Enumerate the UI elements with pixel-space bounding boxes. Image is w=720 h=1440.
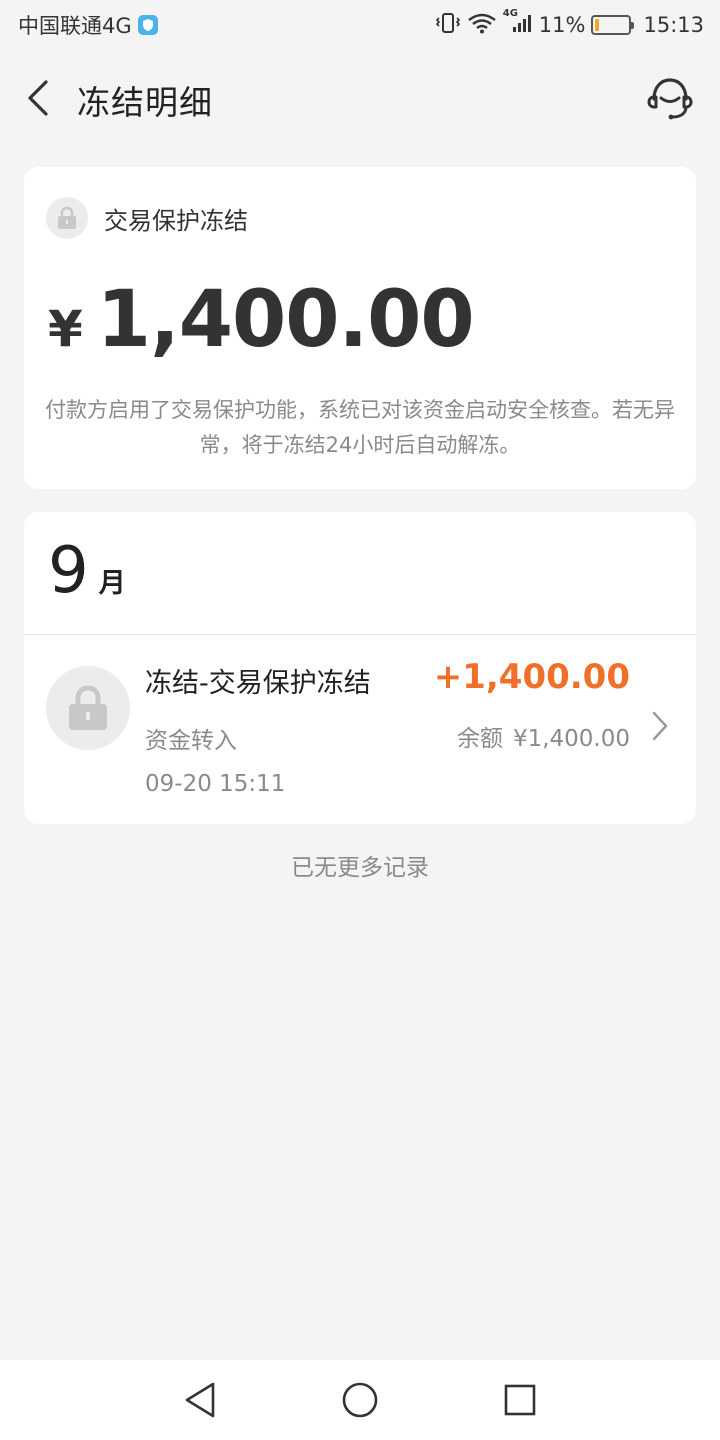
record-balance: 余额 ¥1,400.00 bbox=[457, 719, 630, 753]
month-unit: 月 bbox=[98, 568, 126, 599]
back-arrow-icon bbox=[28, 80, 48, 116]
customer-service-button[interactable] bbox=[642, 70, 698, 126]
freeze-type-row: 交易保护冻结 bbox=[46, 197, 248, 239]
freeze-notice: 付款方启用了交易保护功能，系统已对该资金启动安全核查。若无异常，将于冻结24小时… bbox=[45, 398, 675, 457]
network-type-badge: 4G bbox=[502, 7, 518, 19]
battery-icon bbox=[591, 15, 635, 35]
records-card: 9 月 冻结-交易保护冻结 资金转入 09-20 15:11 +1,400.00… bbox=[24, 512, 696, 824]
currency-symbol: ¥ bbox=[48, 300, 83, 358]
back-button[interactable] bbox=[18, 76, 58, 120]
record-title: 冻结-交易保护冻结 bbox=[145, 668, 371, 699]
page-title: 冻结明细 bbox=[77, 83, 213, 122]
status-left: 中国联通4G bbox=[18, 10, 158, 40]
shield-icon bbox=[137, 15, 158, 35]
battery-percent: 11% bbox=[538, 13, 586, 37]
month-header: 9 月 bbox=[48, 534, 126, 608]
square-recents-icon bbox=[504, 1384, 536, 1416]
nav-home-button[interactable] bbox=[330, 1370, 390, 1430]
lock-icon bbox=[46, 197, 88, 239]
status-bar: 中国联通4G 4G 11% 15:13 bbox=[0, 0, 720, 50]
record-time: 09-20 15:11 bbox=[145, 771, 286, 797]
signal-icon: 4G bbox=[503, 8, 533, 39]
record-row[interactable]: 冻结-交易保护冻结 资金转入 09-20 15:11 +1,400.00 余额 ¥… bbox=[24, 635, 696, 824]
system-nav-bar bbox=[0, 1360, 720, 1440]
carrier-text: 中国联通4G bbox=[18, 14, 132, 38]
balance-value: ¥1,400.00 bbox=[512, 726, 630, 752]
no-more-records: 已无更多记录 bbox=[291, 855, 429, 881]
amount-value: 1,400.00 bbox=[96, 275, 475, 365]
chevron-right-icon bbox=[652, 711, 668, 741]
freeze-type-label: 交易保护冻结 bbox=[104, 206, 248, 235]
nav-back-button[interactable] bbox=[170, 1370, 230, 1430]
circle-home-icon bbox=[342, 1382, 378, 1418]
freeze-summary-card: 交易保护冻结 ¥ 1,400.00 付款方启用了交易保护功能，系统已对该资金启动… bbox=[24, 167, 696, 489]
freeze-amount: ¥ 1,400.00 bbox=[48, 275, 475, 365]
record-amount: +1,400.00 bbox=[433, 657, 630, 697]
balance-label: 余额 bbox=[456, 726, 503, 752]
status-right: 4G 11% 15:13 bbox=[435, 8, 704, 39]
vibrate-icon bbox=[435, 12, 461, 39]
triangle-back-icon bbox=[185, 1382, 215, 1418]
month-number: 9 bbox=[48, 534, 89, 608]
wifi-icon bbox=[467, 12, 497, 39]
header: 冻结明细 bbox=[0, 50, 720, 146]
customer-service-icon bbox=[647, 78, 693, 120]
nav-recents-button[interactable] bbox=[490, 1370, 550, 1430]
lock-icon bbox=[46, 666, 130, 750]
clock-time: 15:13 bbox=[643, 13, 704, 37]
battery-fill bbox=[595, 19, 599, 31]
record-subtitle: 资金转入 bbox=[145, 728, 237, 754]
